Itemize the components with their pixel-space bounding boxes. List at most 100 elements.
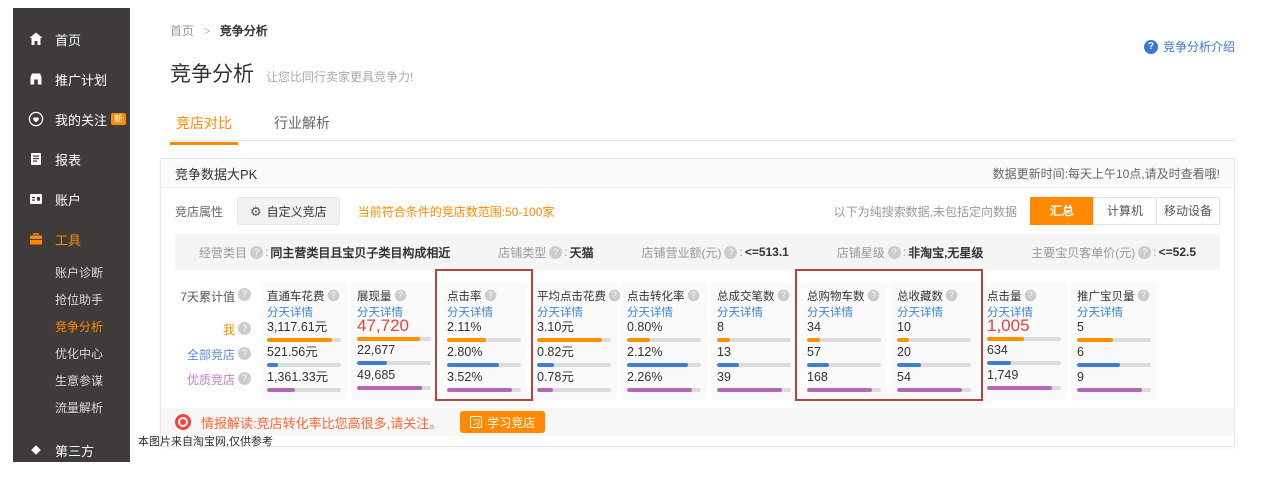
metric-cell: 521.56元 <box>267 345 341 370</box>
metric-label-text: 展现量 <box>357 288 392 304</box>
question-icon[interactable]: ? <box>777 290 789 302</box>
daily-detail-link[interactable]: 分天详情 <box>447 304 521 320</box>
sidebar-item-account[interactable]: 账户 <box>13 179 130 219</box>
metric-cell: 1,361.33元 <box>267 370 341 395</box>
daily-detail-link[interactable]: 分天详情 <box>1077 304 1151 320</box>
metric-column-总成交笔数: 总成交笔数?分天详情81339 <box>711 282 797 400</box>
question-icon[interactable]: ? <box>250 246 263 259</box>
metric-bar-track <box>447 388 521 392</box>
metric-cell: 1,005 <box>987 318 1061 343</box>
metric-bar-fill <box>267 363 278 367</box>
page-subtitle: 让您比同行卖家更具竞争力! <box>266 68 413 85</box>
sidebar-item-promotion-plan[interactable]: 推广计划 <box>13 59 130 99</box>
metric-value: 9 <box>1077 370 1151 385</box>
breadcrumb-home[interactable]: 首页 <box>170 24 194 38</box>
segment-计算机[interactable]: 计算机 <box>1093 197 1157 225</box>
metric-column-title: 点击转化率? <box>627 287 701 304</box>
question-icon[interactable]: ? <box>609 290 621 302</box>
metric-bar-track <box>537 363 611 367</box>
tab-industry-analysis[interactable]: 行业解析 <box>268 113 336 142</box>
gear-icon: ⚙ <box>250 205 262 218</box>
metric-bar-track <box>1077 363 1151 367</box>
sidebar-subitem-competition-analysis[interactable]: 竞争分析 <box>13 314 130 341</box>
question-icon[interactable]: ? <box>867 290 879 302</box>
question-icon[interactable]: ? <box>394 290 406 302</box>
daily-detail-link[interactable]: 分天详情 <box>537 304 611 320</box>
filter-colon: : <box>1153 245 1156 259</box>
segment-移动设备[interactable]: 移动设备 <box>1156 197 1220 225</box>
sidebar-subitem-traffic-analysis[interactable]: 流量解析 <box>13 395 130 422</box>
metric-cell: 3,117.61元 <box>267 320 341 345</box>
question-icon[interactable]: ? <box>238 347 251 360</box>
learn-shop-button[interactable]: 习 学习竞店 <box>460 411 545 433</box>
metric-value: 3.52% <box>447 370 521 385</box>
metric-bar-fill <box>807 388 872 392</box>
segment-汇总[interactable]: 汇总 <box>1030 197 1094 225</box>
custom-shop-button[interactable]: ⚙ 自定义竞店 <box>237 197 340 225</box>
sidebar-item-reports[interactable]: 报表 <box>13 139 130 179</box>
shop-range-note: 当前符合条件的竞店数范围:50-100家 <box>358 203 555 220</box>
tools-submenu: 账户诊断抢位助手竞争分析优化中心生意参谋流量解析 <box>13 259 130 425</box>
daily-detail-link[interactable]: 分天详情 <box>267 304 341 320</box>
question-icon[interactable]: ? <box>1024 290 1036 302</box>
question-icon[interactable]: ? <box>238 372 251 385</box>
metric-value: 5 <box>1077 320 1151 335</box>
metric-column-展现量: 展现量?分天详情47,72022,67749,685 <box>351 282 437 400</box>
tab-bar: 竞店对比行业解析 <box>170 113 1235 141</box>
question-icon[interactable]: ? <box>687 290 699 302</box>
metric-column-title: 推广宝贝量? <box>1077 287 1151 304</box>
question-icon[interactable]: ? <box>238 288 251 301</box>
metric-value: 13 <box>717 345 791 360</box>
sidebar-item-label: 工具 <box>55 230 81 249</box>
metric-bar-track <box>1077 338 1151 342</box>
metric-value: 3,117.61元 <box>267 320 341 335</box>
daily-detail-link[interactable]: 分天详情 <box>897 304 971 320</box>
metric-bar-track <box>357 337 431 341</box>
metric-value: 10 <box>897 320 971 335</box>
sidebar-item-third-party[interactable]: 第三方 <box>13 430 130 470</box>
daily-detail-link[interactable]: 分天详情 <box>807 304 881 320</box>
sidebar-subitem-slot-assistant[interactable]: 抢位助手 <box>13 287 130 314</box>
question-icon[interactable]: ? <box>327 290 339 302</box>
tab-shop-compare[interactable]: 竞店对比 <box>170 113 238 145</box>
question-icon[interactable]: ? <box>888 246 901 259</box>
metric-bar-track <box>627 363 701 367</box>
question-icon[interactable]: ? <box>1137 290 1149 302</box>
question-icon[interactable]: ? <box>484 290 496 302</box>
metric-cell: 634 <box>987 343 1061 368</box>
question-icon[interactable]: ? <box>1138 246 1151 259</box>
question-icon[interactable]: ? <box>549 246 562 259</box>
metric-bar-track <box>537 338 611 342</box>
metric-bar-fill <box>357 386 422 390</box>
metric-column-总收藏数: 总收藏数?分天详情102054 <box>891 282 977 400</box>
sidebar-item-home[interactable]: 首页 <box>13 19 130 59</box>
metric-bar-fill <box>627 363 688 367</box>
metric-cell: 0.82元 <box>537 345 611 370</box>
panel-footer: 情报解读:竞店转化率比您高很多,请关注。 习 学习竞店 <box>161 408 1234 436</box>
sidebar-item-my-follows[interactable]: 我的关注新 <box>13 99 130 139</box>
insight-text: 情报解读:竞店转化率比您高很多,请关注。 <box>201 413 442 432</box>
learn-shop-button-label: 学习竞店 <box>487 414 535 431</box>
filter-value: 天猫 <box>570 244 594 261</box>
sidebar-subitem-optimization-center[interactable]: 优化中心 <box>13 341 130 368</box>
daily-detail-link[interactable]: 分天详情 <box>717 304 791 320</box>
metric-value: 57 <box>807 345 881 360</box>
metric-cell: 2.80% <box>447 345 521 370</box>
daily-detail-link[interactable]: 分天详情 <box>627 304 701 320</box>
filter-colon: : <box>903 245 906 259</box>
metric-bar-fill <box>987 361 1011 365</box>
help-link[interactable]: ? 竞争分析介绍 <box>1144 38 1235 55</box>
metric-cell: 2.11% <box>447 320 521 345</box>
sidebar-subitem-account-diagnosis[interactable]: 账户诊断 <box>13 260 130 287</box>
sidebar-item-tools[interactable]: 工具 <box>13 219 130 259</box>
filter-label: 店铺星级 <box>837 244 885 261</box>
metric-value: 2.12% <box>627 345 701 360</box>
sidebar-subitem-business-advisor[interactable]: 生意参谋 <box>13 368 130 395</box>
row-label-全部竞店: 全部竞店? <box>175 345 251 370</box>
question-icon[interactable]: ? <box>238 322 251 335</box>
question-icon[interactable]: ? <box>946 290 958 302</box>
metric-bar-fill <box>537 388 553 392</box>
metric-value: 2.80% <box>447 345 521 360</box>
question-icon[interactable]: ? <box>724 246 737 259</box>
metric-bar-fill <box>987 386 1052 390</box>
